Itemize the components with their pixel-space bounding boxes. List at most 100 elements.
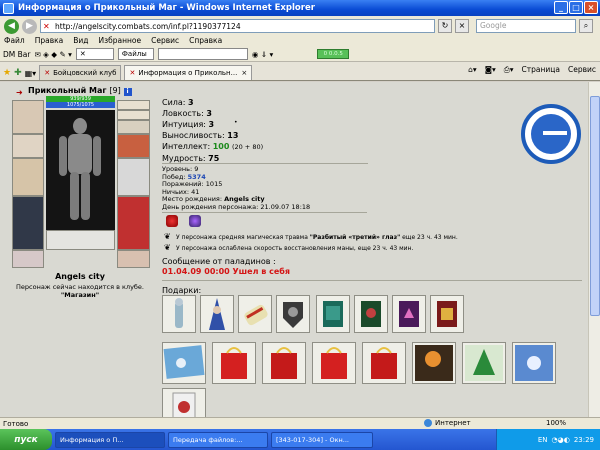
files-dropdown[interactable]: Файлы [117, 48, 154, 60]
info-icon[interactable]: i [123, 88, 132, 96]
armor-slot[interactable] [12, 196, 44, 250]
favorites-star-icon[interactable]: ★ [3, 68, 11, 78]
clan-emblem-icon[interactable] [521, 104, 581, 164]
gift-item[interactable] [262, 342, 306, 384]
character-silhouette-icon [59, 118, 101, 220]
menu-edit[interactable]: Правка [35, 36, 64, 47]
gloves-slot[interactable] [117, 134, 150, 158]
boots-slot[interactable] [117, 250, 150, 268]
gift-item[interactable] [200, 295, 234, 333]
dm-toolbar: DM Bar ✉ ◈ ◆ ✎ ▾ ✕ Файлы ◉ ⇓ ▾ 0 0.0.5 [0, 47, 600, 61]
toolbar-text-dropdown[interactable] [157, 48, 248, 60]
effect-trauma-prefix: У персонажа средняя магическая травма [176, 233, 310, 241]
shield-slot[interactable] [117, 158, 150, 196]
print-icon[interactable]: ⎙▾ [504, 65, 514, 75]
stop-icon[interactable]: × [455, 19, 469, 33]
minimize-button[interactable]: _ [554, 1, 568, 14]
gift-wizard-icon [209, 298, 225, 330]
record-block: Уровень: 9 Побед: 5374 Поражений: 1015 Н… [162, 165, 310, 212]
tab-list-icon[interactable]: ▦▾ [25, 69, 37, 78]
gift-item[interactable] [512, 342, 556, 384]
zoom-level[interactable]: 100% [546, 419, 566, 427]
gift-fireworks-icon [415, 345, 453, 381]
gift-item[interactable] [462, 342, 506, 384]
gift-item[interactable] [312, 342, 356, 384]
effect-mana: ❦ У персонажа ослаблена скорость восстан… [164, 243, 413, 253]
weapon-slot[interactable] [12, 158, 44, 196]
task-ie[interactable]: Информация о П... [55, 431, 165, 448]
tab-label: Информация о Прикольн... [138, 69, 238, 77]
add-favorites-icon[interactable]: ✚ [14, 68, 22, 78]
stats-block: Сила: 3 Ловкость: 3 Интуиция: 3 Вынослив… [162, 97, 263, 164]
tab-page-icon: ✕ [129, 69, 136, 77]
gift-item[interactable] [430, 295, 464, 333]
amulet-slot[interactable] [12, 134, 44, 158]
tab-fight-club[interactable]: ✕ Бойцовский клуб [39, 65, 122, 80]
gift-item[interactable] [412, 342, 456, 384]
belt-slot[interactable] [12, 250, 44, 268]
feeds-icon[interactable]: ◙▾ [485, 65, 496, 75]
gift-item[interactable] [162, 388, 206, 417]
search-icon[interactable]: ⌕ [579, 19, 593, 33]
agility-label: Ловкость: [162, 109, 204, 118]
location-text: Персонаж сейчас находится в клубе. [16, 283, 144, 291]
tab-close-icon[interactable]: × [241, 69, 247, 77]
url-text: http://angelscity.combats.com/inf.pl?119… [55, 21, 241, 31]
menu-file[interactable]: Файл [4, 36, 25, 47]
gift-item[interactable] [212, 342, 256, 384]
trauma-icon[interactable] [166, 215, 178, 227]
gift-item[interactable] [354, 295, 388, 333]
vertical-scrollbar[interactable] [588, 82, 600, 417]
gift-card-red-icon [437, 301, 457, 327]
refresh-icon[interactable]: ↻ [438, 19, 452, 33]
tools-menu[interactable]: Сервис [568, 65, 596, 75]
task-chat-window[interactable]: [343-017-304] - Окн... [271, 431, 373, 448]
menu-help[interactable]: Справка [189, 36, 222, 47]
gift-item[interactable] [362, 342, 406, 384]
mana-icon[interactable] [189, 215, 201, 227]
toolbar-dropdown-x[interactable]: ✕ [75, 48, 114, 60]
start-button[interactable]: пуск [0, 429, 52, 450]
page-menu[interactable]: Страница [522, 65, 560, 75]
effect-trauma-text: У персонажа средняя магическая травма "Р… [176, 234, 458, 241]
gift-item[interactable] [238, 295, 272, 333]
maximize-button[interactable]: □ [569, 1, 583, 14]
legs-slot[interactable] [117, 196, 150, 250]
gift-bag-icon [321, 347, 347, 379]
intuition-label: Интуиция: [162, 120, 206, 129]
gift-item[interactable] [162, 295, 196, 333]
tray-icons[interactable]: ◔◕◐ [551, 436, 569, 444]
home-icon[interactable]: ⌂▾ [468, 65, 477, 75]
character-level: [9] [109, 86, 121, 95]
menu-view[interactable]: Вид [73, 36, 88, 47]
forward-button[interactable]: ▶ [22, 18, 37, 34]
search-input[interactable]: Google [476, 19, 576, 33]
earrings-slot[interactable] [12, 100, 44, 134]
close-window-button[interactable]: × [584, 1, 598, 14]
ring-slots[interactable] [117, 100, 150, 110]
helm-slot[interactable] [117, 120, 150, 134]
page-content: ➜ Прикольный Маг [9] i 939/939 1075/1075… [0, 82, 600, 417]
separator [162, 280, 582, 281]
character-doll[interactable] [46, 110, 115, 230]
window-titlebar: Информация о Прикольный Маг - Windows In… [0, 0, 600, 16]
task-file-transfer[interactable]: Передача файлов:... [168, 431, 268, 448]
gift-item[interactable] [162, 342, 206, 384]
window-title: Информация о Прикольный Маг - Windows In… [18, 3, 315, 13]
dm-bar-label[interactable]: DM Bar [3, 50, 30, 59]
toolbar-arrows-icon[interactable]: ◉ ⇓ ▾ [252, 50, 273, 59]
scrollbar-thumb[interactable] [590, 96, 600, 316]
gift-item[interactable] [392, 295, 426, 333]
back-button[interactable]: ◀ [4, 18, 19, 34]
toolbar-icons[interactable]: ✉ ◈ ◆ ✎ ▾ [34, 50, 71, 59]
gift-item[interactable] [276, 295, 310, 333]
language-indicator[interactable]: EN [538, 436, 548, 444]
ring-slots-2[interactable] [117, 110, 150, 120]
globe-icon [424, 419, 432, 427]
menu-favorites[interactable]: Избранное [99, 36, 142, 47]
url-input[interactable]: ✕ http://angelscity.combats.com/inf.pl?1… [40, 19, 435, 33]
gift-card-purple-icon [399, 301, 419, 327]
tab-character-info[interactable]: ✕ Информация о Прикольн... × [124, 65, 253, 80]
gift-item[interactable] [316, 295, 350, 333]
menu-tools[interactable]: Сервис [151, 36, 179, 47]
